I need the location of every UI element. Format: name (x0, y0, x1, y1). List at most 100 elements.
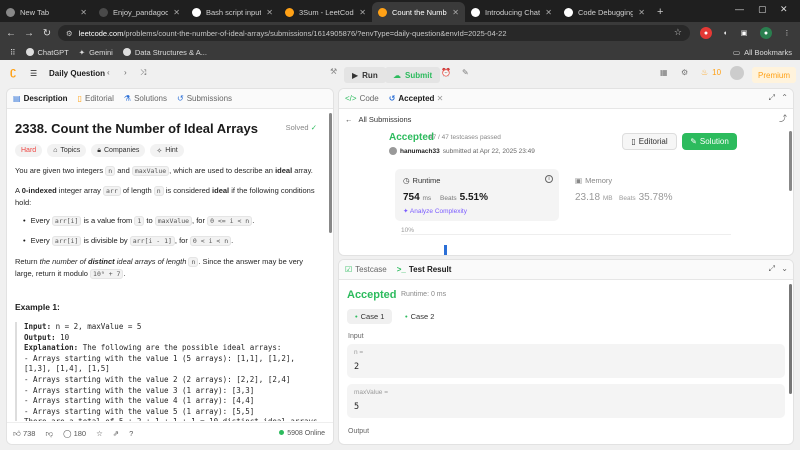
tab-submissions[interactable]: ↺ Submissions (177, 94, 232, 103)
analyze-complexity-link[interactable]: ✦ Analyze Complexity (403, 207, 467, 215)
reload-icon[interactable]: ↻ (38, 28, 56, 39)
solution-button[interactable]: ✎ Solution (682, 133, 737, 150)
close-tab-icon[interactable]: ✕ (452, 8, 459, 17)
favorite-icon[interactable]: ☆ (96, 429, 103, 438)
profile-avatar[interactable]: ● (760, 27, 772, 39)
example-line: Input: n = 2, maxValue = 5 (24, 322, 142, 331)
bookmark-star-icon[interactable]: ☆ (674, 27, 682, 38)
submit-button[interactable]: ☁ Submit (385, 67, 441, 83)
maximize-icon[interactable]: ▢ (758, 4, 767, 15)
prev-problem-icon[interactable]: ‹ (107, 68, 110, 77)
run-button[interactable]: ▶ Run (344, 67, 386, 83)
close-tab-icon[interactable]: ✕ (545, 8, 552, 17)
share-link-icon[interactable]: ⤴ (779, 113, 787, 124)
new-tab-icon (6, 7, 15, 17)
list-icon[interactable]: ☰ (30, 69, 37, 78)
url-field[interactable]: ⚙ leetcode.com/problems/count-the-number… (58, 25, 690, 41)
browser-tab[interactable]: Enjoy_pandagoo_-2(✕ (93, 2, 186, 22)
scrollbar[interactable] (789, 131, 792, 191)
bookmark-chatgpt[interactable]: ChatGPT (25, 48, 69, 57)
checkbox-icon: ☑ (345, 265, 353, 274)
left-panel-tabs: ▤ Description ▯ Editorial ⚗ Solutions ↺ Subm… (7, 89, 333, 109)
bookmark-dsa[interactable]: Data Structures & A... (122, 48, 207, 57)
shuffle-icon[interactable]: ⤨ (140, 68, 146, 78)
browser-tab[interactable]: Introducing ChatGPT✕ (465, 2, 558, 22)
all-submissions-link[interactable]: ← All Submissions (345, 115, 411, 124)
tab-testcase[interactable]: ☑ Testcase (345, 265, 387, 274)
minimize-icon[interactable]: — (735, 4, 744, 14)
tab-code[interactable]: </> Code (345, 94, 379, 103)
maximize-panel-icon[interactable]: ⤢ (769, 93, 775, 103)
like-button[interactable]: 👍︎ 738 (13, 429, 35, 439)
case-1-tab[interactable]: Case 1 (347, 309, 393, 324)
description-paragraph: A 0-indexed integer array arr of length … (15, 186, 315, 207)
close-tab-icon[interactable]: ✕ (266, 8, 273, 17)
tab-description[interactable]: ▤ Description (13, 94, 68, 103)
close-tab-icon[interactable]: ✕ (173, 8, 180, 17)
topics-badge[interactable]: ⌂ Topics (47, 144, 87, 157)
user-avatar[interactable] (730, 66, 744, 80)
new-tab-button[interactable]: + (651, 2, 669, 22)
close-tab-icon[interactable]: ✕ (80, 8, 87, 17)
comments-button[interactable]: ◯ 180 (63, 429, 86, 438)
browser-tab-active[interactable]: Count the Number o✕ (372, 2, 465, 22)
collapse-panel-icon[interactable]: ⌃ (781, 93, 788, 102)
tab-editorial[interactable]: ▯ Editorial (78, 94, 114, 103)
submission-panel: </> Code ↺ Accepted ✕ ⤢ ⌃ ← All Submissions… (338, 88, 794, 256)
share-icon[interactable]: ⇗ (113, 429, 119, 438)
next-problem-icon[interactable]: › (124, 68, 127, 77)
problem-title[interactable]: 2338. Count the Number of Ideal Arrays (15, 121, 319, 136)
premium-button[interactable]: Premium (752, 67, 797, 83)
close-tab-icon[interactable]: ✕ (638, 8, 645, 17)
distribution-bar[interactable] (444, 245, 447, 255)
browser-tab[interactable]: 3Sum - LeetCode ✕ (279, 2, 372, 22)
tab-accepted[interactable]: ↺ Accepted ✕ (389, 94, 444, 103)
hint-badge[interactable]: ✧ Hint (150, 144, 184, 157)
comment-icon: ◯ (63, 429, 72, 438)
browser-tab[interactable]: Code Debugging and✕ (558, 2, 651, 22)
daily-question-link[interactable]: Daily Question (49, 69, 105, 78)
timer-icon[interactable]: ⏰ (441, 68, 451, 77)
layout-icon[interactable]: ▦ (660, 68, 668, 77)
menu-icon[interactable]: ⋮ (781, 27, 793, 39)
info-icon[interactable]: i (545, 175, 553, 183)
close-tab-icon[interactable]: ✕ (359, 8, 366, 17)
browser-tab[interactable]: New Tab ✕ (0, 2, 93, 22)
tab-solutions[interactable]: ⚗ Solutions (124, 94, 167, 103)
dislike-button[interactable]: 👎︎ (45, 429, 53, 439)
chatgpt-icon (192, 7, 201, 17)
help-icon[interactable]: ? (129, 429, 133, 438)
maximize-panel-icon[interactable]: ⤢ (769, 264, 775, 274)
back-icon[interactable]: ← (2, 28, 20, 39)
audio-extension-icon[interactable]: ◖ (719, 27, 731, 39)
notes-icon[interactable]: ✎ (462, 68, 469, 77)
forward-icon[interactable]: → (20, 28, 38, 39)
browser-tab[interactable]: Bash script input che✕ (186, 2, 279, 22)
scrollbar[interactable] (789, 284, 792, 394)
apps-grid-icon[interactable]: ⠿ (10, 48, 16, 57)
book-icon: ▯ (631, 137, 636, 146)
input-var-maxvalue: maxValue = 5 (347, 384, 785, 418)
tab-test-result[interactable]: >_ Test Result (397, 265, 452, 274)
leetcode-logo[interactable]: ʗ (10, 66, 16, 78)
settings-gear-icon[interactable]: ⚙ (681, 68, 688, 77)
runtime-card[interactable]: ◷ Runtime i 754 ms Beats 5.51% ✦ Analyze C… (395, 169, 559, 221)
input-var-n: n = 2 (347, 344, 785, 378)
close-window-icon[interactable]: ✕ (780, 4, 788, 15)
bookmark-gemini[interactable]: ✦ Gemini (79, 48, 113, 57)
memory-beats: Beats 35.78% (619, 192, 673, 203)
extensions-puzzle-icon[interactable]: ▣ (738, 27, 750, 39)
extension-icon[interactable]: ● (700, 27, 712, 39)
debug-icon[interactable]: ⚒ (330, 67, 337, 76)
close-tab-icon[interactable]: ✕ (437, 94, 444, 103)
streak-counter[interactable]: ♨ 10 (701, 68, 721, 77)
memory-card[interactable]: ▣ Memory 23.18 MB Beats 35.78% (571, 169, 731, 221)
editorial-button[interactable]: ▯ Editorial (622, 133, 677, 150)
case-2-tab[interactable]: Case 2 (397, 309, 442, 324)
collapse-panel-icon[interactable]: ⌄ (781, 264, 788, 273)
site-info-icon[interactable]: ⚙ (66, 29, 73, 38)
all-bookmarks[interactable]: ▭ All Bookmarks (733, 48, 792, 57)
book-icon: ▯ (77, 94, 82, 103)
scrollbar[interactable] (329, 113, 332, 233)
companies-badge[interactable]: 🔒︎ Companies (91, 144, 146, 157)
